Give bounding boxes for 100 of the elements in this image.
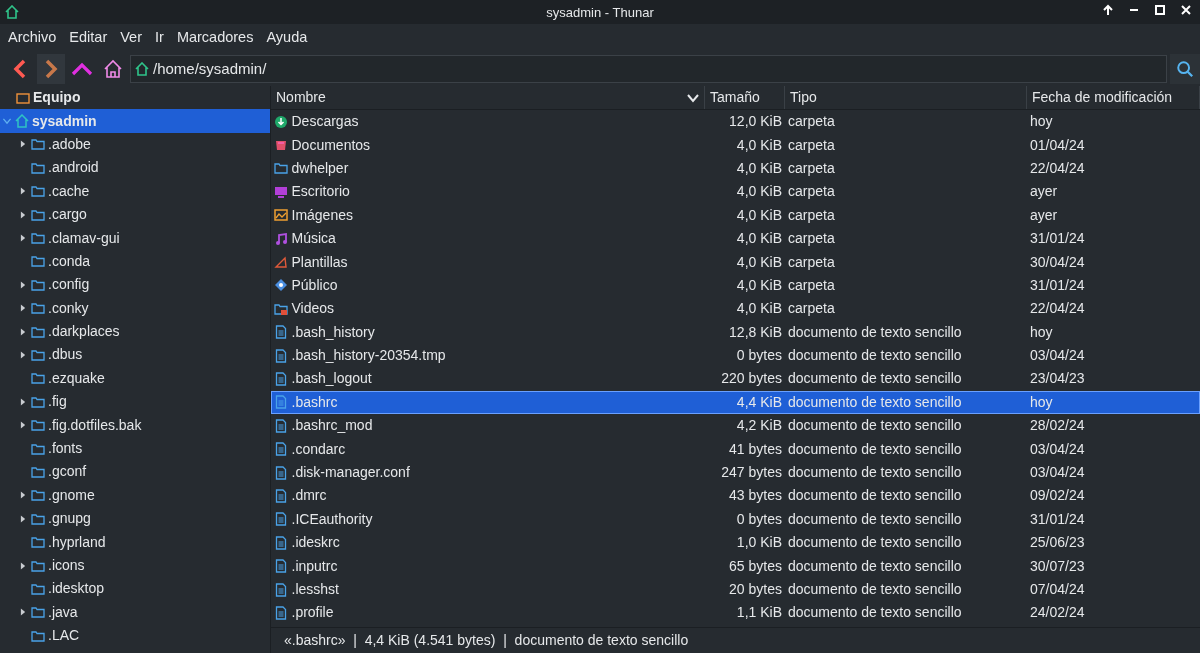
- file-size: 247 bytes: [720, 463, 783, 483]
- file-row[interactable]: Documentos 4,0 KiB carpeta 01/04/24: [271, 133, 1200, 157]
- file-row[interactable]: .bash_history 12,8 KiB documento de texto sencillo hoy: [271, 320, 1200, 344]
- tree-item[interactable]: .android: [0, 156, 270, 180]
- tree-item[interactable]: .gnupg: [0, 507, 270, 531]
- tree-item[interactable]: .ezquake: [0, 366, 270, 391]
- tree-item-label: .conda: [48, 251, 91, 271]
- file-name: .bash_logout: [291, 369, 372, 389]
- folder-icon: [31, 301, 45, 316]
- tree-item-label: .conky: [48, 298, 89, 318]
- file-row[interactable]: Descargas 12,0 KiB carpeta hoy: [271, 110, 1200, 134]
- file-row[interactable]: Videos 4,0 KiB carpeta 22/04/24: [271, 297, 1200, 321]
- file-type: documento de texto sencillo: [787, 486, 963, 506]
- file-size: 0 bytes: [735, 509, 783, 529]
- folder-icon: [31, 184, 45, 199]
- tree-item[interactable]: .LAC: [0, 624, 270, 648]
- location-field[interactable]: /home/sysadmin/: [153, 57, 1166, 81]
- column-header[interactable]: Tamaño: [705, 86, 785, 109]
- file-size: 43 bytes: [728, 486, 783, 506]
- tree-item[interactable]: .java: [0, 600, 270, 624]
- keep-above-icon[interactable]: [1102, 4, 1114, 16]
- folder-icon: [31, 628, 45, 643]
- file-row[interactable]: .ideskrc 1,0 KiB documento de texto sencillo 25/06/23: [271, 531, 1200, 555]
- tree-item[interactable]: .conda: [0, 249, 270, 274]
- file-row[interactable]: .inputrc 65 bytes documento de texto sencillo 30/07/23: [271, 554, 1200, 578]
- tree-item[interactable]: .config: [0, 273, 270, 297]
- file-row[interactable]: .bash_logout 220 bytes documento de texto sencillo 23/04/23: [271, 367, 1200, 391]
- tree-item[interactable]: .idesktop: [0, 577, 270, 601]
- tree-item[interactable]: .hyprland: [0, 530, 270, 554]
- close-icon[interactable]: [1180, 4, 1192, 16]
- file-type: carpeta: [787, 252, 836, 272]
- folder-icon: [31, 441, 45, 456]
- menu-item[interactable]: Ayuda: [266, 27, 308, 49]
- folder-icon: [31, 160, 45, 175]
- file-name: .ideskrc: [291, 533, 340, 553]
- search-button[interactable]: [1170, 54, 1200, 84]
- file-name: Imágenes: [291, 205, 353, 225]
- tree-item-label: .LAC: [48, 626, 80, 646]
- tree-item[interactable]: .icons: [0, 553, 270, 578]
- file-date: hoy: [1029, 392, 1054, 412]
- tree-item[interactable]: .clamav-gui: [0, 226, 270, 250]
- file-row[interactable]: .condarc 41 bytes documento de texto sencillo 03/04/24: [271, 437, 1200, 461]
- file-row[interactable]: dwhelper 4,0 KiB carpeta 22/04/24: [271, 156, 1200, 181]
- file-size: 65 bytes: [728, 556, 783, 576]
- file-row[interactable]: .profile 1,1 KiB documento de texto sencillo 24/02/24: [271, 601, 1200, 625]
- file-row[interactable]: Escritorio 4,0 KiB carpeta ayer: [271, 180, 1200, 204]
- column-header-label[interactable]: Nombre: [276, 86, 326, 109]
- file-row[interactable]: .bash_history-20354.tmp 0 bytes documento de texto sencillo 03/04/24: [271, 343, 1200, 368]
- file-name: Escritorio: [291, 182, 350, 202]
- file-name: .bash_history-20354.tmp: [291, 346, 446, 366]
- tree-item[interactable]: .dbus: [0, 343, 270, 367]
- file-row[interactable]: .ICEauthority 0 bytes documento de texto sencillo 31/01/24: [271, 507, 1200, 532]
- file-type: carpeta: [787, 275, 836, 295]
- file-type: carpeta: [787, 158, 836, 178]
- file-date: 23/04/23: [1029, 369, 1086, 389]
- file-date: 31/01/24: [1029, 509, 1086, 529]
- tree-item[interactable]: .fig.dotfiles.bak: [0, 413, 270, 437]
- file-name: .inputrc: [291, 556, 338, 576]
- menu-item[interactable]: Archivo: [8, 27, 57, 49]
- file-row[interactable]: .dmrc 43 bytes documento de texto sencillo 09/02/24: [271, 484, 1200, 508]
- text-file-icon: [274, 535, 288, 550]
- file-type: carpeta: [787, 182, 836, 202]
- file-date: hoy: [1029, 112, 1054, 132]
- file-row[interactable]: Público 4,0 KiB carpeta 31/01/24: [271, 273, 1200, 298]
- up-chevron-icon: [71, 62, 93, 76]
- tree-item[interactable]: sysadmin: [0, 109, 270, 133]
- tree-item[interactable]: .fonts: [0, 436, 270, 461]
- file-row[interactable]: Música 4,0 KiB carpeta 31/01/24: [271, 226, 1200, 251]
- file-row[interactable]: .disk-manager.conf 247 bytes documento de texto sencillo 03/04/24: [271, 460, 1200, 485]
- tree-item[interactable]: .darkplaces: [0, 319, 270, 344]
- menu-item[interactable]: Ir: [155, 27, 164, 49]
- file-row[interactable]: Plantillas 4,0 KiB carpeta 30/04/24: [271, 250, 1200, 274]
- menu-item[interactable]: Editar: [69, 27, 108, 49]
- location-bar[interactable]: /home/sysadmin/: [130, 55, 1167, 83]
- file-name: Música: [291, 229, 336, 249]
- file-row[interactable]: .bashrc 4,4 KiB documento de texto sencillo hoy: [271, 390, 1200, 415]
- file-row[interactable]: Imágenes 4,0 KiB carpeta ayer: [271, 203, 1200, 227]
- folder-icon: [274, 161, 288, 176]
- tree-item[interactable]: .cache: [0, 179, 270, 203]
- tree-item[interactable]: .gconf: [0, 460, 270, 484]
- tree-item[interactable]: .fig: [0, 390, 270, 414]
- computer-icon: [16, 90, 30, 105]
- documents-folder-icon: [274, 138, 288, 153]
- menu-item[interactable]: Marcadores: [176, 27, 254, 49]
- tree-item[interactable]: .conky: [0, 296, 270, 320]
- tree-item[interactable]: .adobe: [0, 132, 270, 157]
- tree-item[interactable]: .gnome: [0, 483, 270, 508]
- tree-item-label: .android: [48, 158, 99, 178]
- file-size: 4,0 KiB: [735, 252, 783, 272]
- forward-button[interactable]: [37, 54, 65, 84]
- column-header[interactable]: Fecha de modificación: [1027, 86, 1200, 109]
- maximize-icon[interactable]: [1154, 4, 1166, 16]
- tree-item[interactable]: .cargo: [0, 202, 270, 227]
- tree-item-label: .gnupg: [48, 509, 91, 529]
- file-row[interactable]: .lesshst 20 bytes documento de texto sencillo 07/04/24: [271, 577, 1200, 602]
- text-file-icon: [274, 418, 288, 433]
- column-header[interactable]: Tipo: [785, 86, 1027, 109]
- menu-item[interactable]: Ver: [120, 27, 142, 49]
- tree-item-label: .config: [48, 275, 90, 295]
- file-row[interactable]: .bashrc_mod 4,2 KiB documento de texto sencillo 28/02/24: [271, 414, 1200, 438]
